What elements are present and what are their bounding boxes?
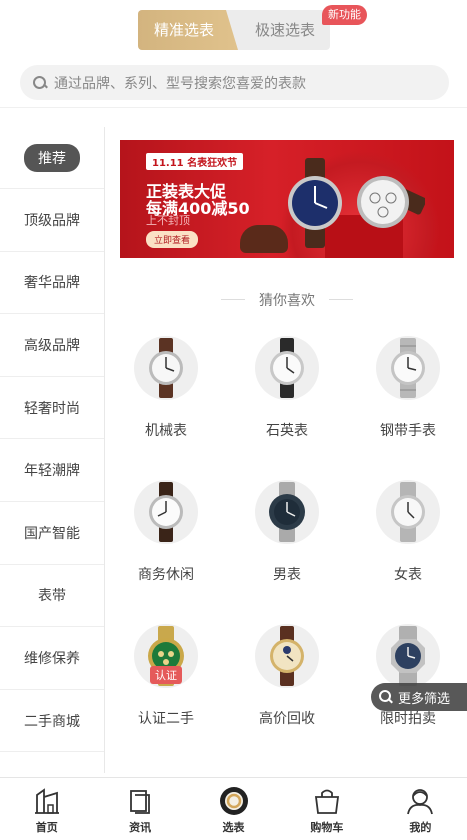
search-icon <box>32 75 48 91</box>
category-business[interactable]: 商务休闲 <box>106 480 226 584</box>
sidebar-item-label: 年轻潮牌 <box>24 463 80 480</box>
tab-label: 资讯 <box>129 821 152 834</box>
gold-dress-watch-icon <box>255 624 319 688</box>
certified-badge: 认证 <box>150 666 182 684</box>
watch-select-icon <box>219 786 249 816</box>
tab-label: 购物车 <box>310 821 344 834</box>
mode-toggle[interactable]: 精准选表 极速选表 新功能 <box>138 5 367 50</box>
sidebar-item-label: 推荐 <box>24 143 80 172</box>
cart-icon <box>312 786 342 816</box>
category-label: 石英表 <box>266 423 308 439</box>
category-certified-used[interactable]: 认证 认证二手 <box>106 624 226 728</box>
diver-watch-icon <box>255 480 319 544</box>
section-title: 猜你喜欢 <box>120 290 454 310</box>
sidebar-item-label: 表带 <box>38 588 66 605</box>
sidebar-item-repair[interactable]: 维修保养 <box>0 627 104 690</box>
search-placeholder: 通过品牌、系列、型号搜索您喜爱的表款 <box>54 75 306 92</box>
category-mens[interactable]: 男表 <box>227 480 347 584</box>
category-label: 男表 <box>273 567 301 583</box>
tab-cart[interactable]: 购物车 <box>280 778 373 840</box>
quick-select-tab[interactable]: 极速选表 <box>230 10 330 50</box>
sidebar-item-label: 轻奢时尚 <box>24 400 80 417</box>
bottom-tab-bar: 首页 资讯 选表 购物车 我的 <box>0 777 467 840</box>
new-feature-badge: 新功能 <box>322 5 367 25</box>
sidebar-item-youth-brands[interactable]: 年轻潮牌 <box>0 439 104 502</box>
home-icon <box>32 786 62 816</box>
banner-subtext: 上不封顶 <box>146 214 190 227</box>
category-auction[interactable]: 限时拍卖 <box>348 624 467 728</box>
sidebar-item-label: 奢华品牌 <box>24 275 80 292</box>
category-label: 限时拍卖 <box>380 711 436 727</box>
category-label: 女表 <box>394 567 422 583</box>
search-input[interactable]: 通过品牌、系列、型号搜索您喜爱的表款 <box>20 65 449 100</box>
sidebar-item-label: 顶级品牌 <box>24 212 80 229</box>
octagon-watch-icon <box>376 624 440 688</box>
sidebar-item-label: 国产智能 <box>24 525 80 542</box>
mode-toggle-track: 精准选表 极速选表 <box>138 10 330 50</box>
banner-event-tag: 11.11 名表狂欢节 <box>146 153 244 170</box>
sidebar-item-top-brands[interactable]: 顶级品牌 <box>0 189 104 252</box>
tab-news[interactable]: 资讯 <box>93 778 186 840</box>
category-quartz[interactable]: 石英表 <box>227 336 347 440</box>
sidebar-item-luxury-brands[interactable]: 奢华品牌 <box>0 252 104 315</box>
tab-label: 我的 <box>409 821 432 834</box>
ladies-watch-icon <box>376 480 440 544</box>
tab-profile[interactable]: 我的 <box>374 778 467 840</box>
category-label: 高价回收 <box>259 711 315 727</box>
leather-watch-icon <box>134 336 198 400</box>
sidebar-item-label: 二手商城 <box>24 713 80 730</box>
banner-watch-white-icon <box>357 176 425 228</box>
category-steel[interactable]: 钢带手表 <box>348 336 467 440</box>
promo-banner[interactable]: 11.11 名表狂欢节 正装表大促 每满400减50 上不封顶 立即查看 <box>120 140 454 258</box>
news-icon <box>125 786 155 816</box>
dark-strap-watch-icon <box>255 336 319 400</box>
more-filter-label: 更多筛选 <box>398 691 451 707</box>
filter-search-icon <box>379 690 393 704</box>
banner-watch-blue-icon <box>288 158 342 248</box>
sidebar-item-premium-brands[interactable]: 高级品牌 <box>0 314 104 377</box>
sidebar-item-affordable-luxury[interactable]: 轻奢时尚 <box>0 377 104 440</box>
category-womens[interactable]: 女表 <box>348 480 467 584</box>
tab-home[interactable]: 首页 <box>0 778 93 840</box>
tab-label: 选表 <box>222 821 245 834</box>
gold-watch-icon: 认证 <box>134 624 198 688</box>
category-label: 认证二手 <box>138 711 194 727</box>
category-label: 钢带手表 <box>380 423 436 439</box>
sidebar-item-domestic-smart[interactable]: 国产智能 <box>0 502 104 565</box>
sidebar-item-second-hand[interactable]: 二手商城 <box>0 690 104 753</box>
banner-view-button[interactable]: 立即查看 <box>146 231 199 248</box>
category-label: 机械表 <box>145 423 187 439</box>
tab-label: 首页 <box>35 821 58 834</box>
sidebar-item-label: 维修保养 <box>24 650 80 667</box>
precise-select-tab[interactable]: 精准选表 <box>138 10 238 50</box>
category-label: 商务休闲 <box>138 567 194 583</box>
sidebar-item-straps[interactable]: 表带 <box>0 565 104 628</box>
category-mechanical[interactable]: 机械表 <box>106 336 226 440</box>
sidebar-item-recommend[interactable]: 推荐 <box>0 127 104 189</box>
steel-watch-icon <box>376 336 440 400</box>
sidebar-item-label: 高级品牌 <box>24 337 80 354</box>
header-divider <box>0 107 467 108</box>
business-watch-icon <box>134 480 198 544</box>
category-sidebar: 推荐 顶级品牌 奢华品牌 高级品牌 轻奢时尚 年轻潮牌 国产智能 表带 维修保养… <box>0 127 105 773</box>
tab-watch-select[interactable]: 选表 <box>187 778 280 840</box>
category-buyback[interactable]: 高价回收 <box>227 624 347 728</box>
profile-icon <box>405 786 435 816</box>
more-filter-button[interactable]: 更多筛选 <box>371 683 467 711</box>
